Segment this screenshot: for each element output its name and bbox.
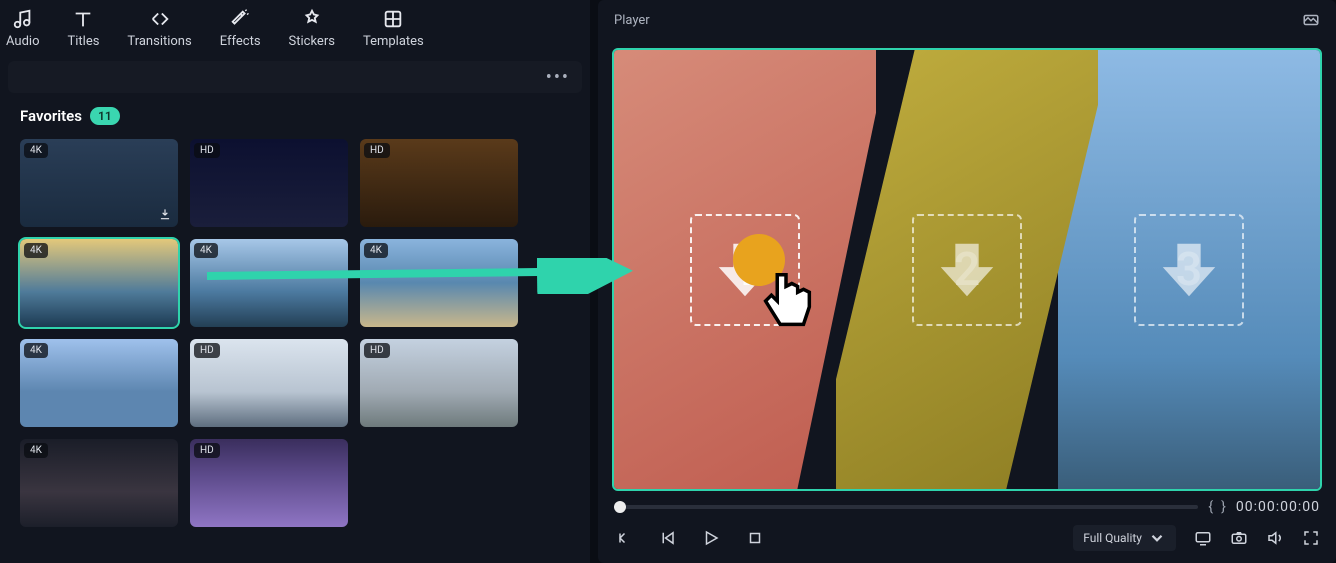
player-panel: Player 1 2 3: [598, 0, 1336, 563]
quality-badge: HD: [194, 443, 220, 458]
media-thumb[interactable]: 4K: [360, 239, 518, 327]
slot-number: 3: [1176, 243, 1202, 297]
volume-icon[interactable]: [1266, 529, 1284, 547]
download-icon[interactable]: [158, 207, 172, 221]
player-header: Player: [598, 0, 1336, 40]
sticker-icon: [301, 8, 323, 30]
transitions-tab[interactable]: Transitions: [127, 8, 191, 49]
tab-label: Effects: [220, 34, 261, 49]
progress-track[interactable]: [614, 505, 1198, 509]
tab-label: Templates: [363, 34, 424, 49]
quality-badge: HD: [194, 343, 220, 358]
quality-badge: 4K: [194, 243, 218, 258]
prev-frame-icon[interactable]: [614, 529, 632, 547]
preview-canvas[interactable]: 1 2 3: [614, 50, 1320, 489]
brace-close[interactable]: }: [1221, 499, 1226, 515]
timeline-row: { } 00:00:00:00: [598, 495, 1336, 519]
template-slot-3[interactable]: 3: [1058, 50, 1320, 489]
pointer-cursor-illustration: [751, 260, 821, 346]
media-thumb[interactable]: HD: [360, 339, 518, 427]
play-icon[interactable]: [702, 529, 720, 547]
media-thumb[interactable]: HD: [190, 139, 348, 227]
media-thumb[interactable]: HD: [190, 439, 348, 527]
media-thumb[interactable]: 4K: [20, 339, 178, 427]
chevron-down-icon: [1148, 529, 1166, 547]
transport-controls: [614, 529, 764, 547]
camera-icon[interactable]: [1230, 529, 1248, 547]
text-icon: [72, 8, 94, 30]
slot-number: 2: [954, 243, 980, 297]
drop-slot[interactable]: 3: [1134, 214, 1244, 326]
top-toolbar: Audio Titles Transitions Effects Sticker…: [0, 4, 590, 57]
transitions-icon: [149, 8, 171, 30]
more-menu-icon[interactable]: •••: [546, 67, 570, 88]
quality-select[interactable]: Full Quality: [1073, 525, 1176, 551]
tab-label: Stickers: [289, 34, 335, 49]
section-title-text: Favorites: [20, 107, 82, 125]
quality-badge: 4K: [24, 143, 48, 158]
brace-open[interactable]: {: [1208, 499, 1213, 515]
music-note-icon: [12, 8, 34, 30]
controls-row: Full Quality: [598, 519, 1336, 563]
quality-badge: HD: [364, 143, 390, 158]
player-right-controls: Full Quality: [1073, 525, 1320, 551]
thumbnails-grid: 4K HD HD 4K 4K 4K 4K HD HD 4K HD: [0, 131, 590, 535]
stickers-tab[interactable]: Stickers: [289, 8, 335, 49]
tab-label: Transitions: [127, 34, 191, 49]
fullscreen-icon[interactable]: [1302, 529, 1320, 547]
timecode: 00:00:00:00: [1236, 499, 1320, 515]
favorites-heading: Favorites 11: [0, 97, 590, 131]
media-thumb[interactable]: 4K: [20, 439, 178, 527]
quality-badge: 4K: [364, 243, 388, 258]
media-thumb[interactable]: HD: [190, 339, 348, 427]
stop-icon[interactable]: [746, 529, 764, 547]
quality-badge: 4K: [24, 343, 48, 358]
templates-tab[interactable]: Templates: [363, 8, 424, 49]
snapshot-icon[interactable]: [1302, 11, 1320, 29]
wand-icon: [229, 8, 251, 30]
quality-badge: HD: [194, 143, 220, 158]
display-icon[interactable]: [1194, 529, 1212, 547]
media-thumb[interactable]: 4K: [20, 139, 178, 227]
quality-label: Full Quality: [1083, 531, 1142, 545]
media-thumb[interactable]: 4K: [20, 239, 178, 327]
tab-label: Audio: [6, 34, 39, 49]
progress-knob[interactable]: [614, 501, 626, 513]
media-thumb[interactable]: HD: [360, 139, 518, 227]
tab-label: Titles: [67, 34, 99, 49]
audio-tab[interactable]: Audio: [6, 8, 39, 49]
drop-slot[interactable]: 1: [690, 214, 800, 326]
templates-icon: [382, 8, 404, 30]
drop-slot[interactable]: 2: [912, 214, 1022, 326]
mark-in-out[interactable]: { }: [1208, 499, 1226, 515]
quality-badge: 4K: [24, 443, 48, 458]
titles-tab[interactable]: Titles: [67, 8, 99, 49]
library-subbar: •••: [8, 61, 582, 93]
quality-badge: 4K: [24, 243, 48, 258]
quality-badge: HD: [364, 343, 390, 358]
effects-tab[interactable]: Effects: [220, 8, 261, 49]
media-library-panel: Audio Titles Transitions Effects Sticker…: [0, 0, 590, 563]
media-thumb[interactable]: 4K: [190, 239, 348, 327]
step-back-icon[interactable]: [658, 529, 676, 547]
player-title: Player: [614, 13, 650, 28]
favorites-count-badge: 11: [90, 107, 120, 125]
